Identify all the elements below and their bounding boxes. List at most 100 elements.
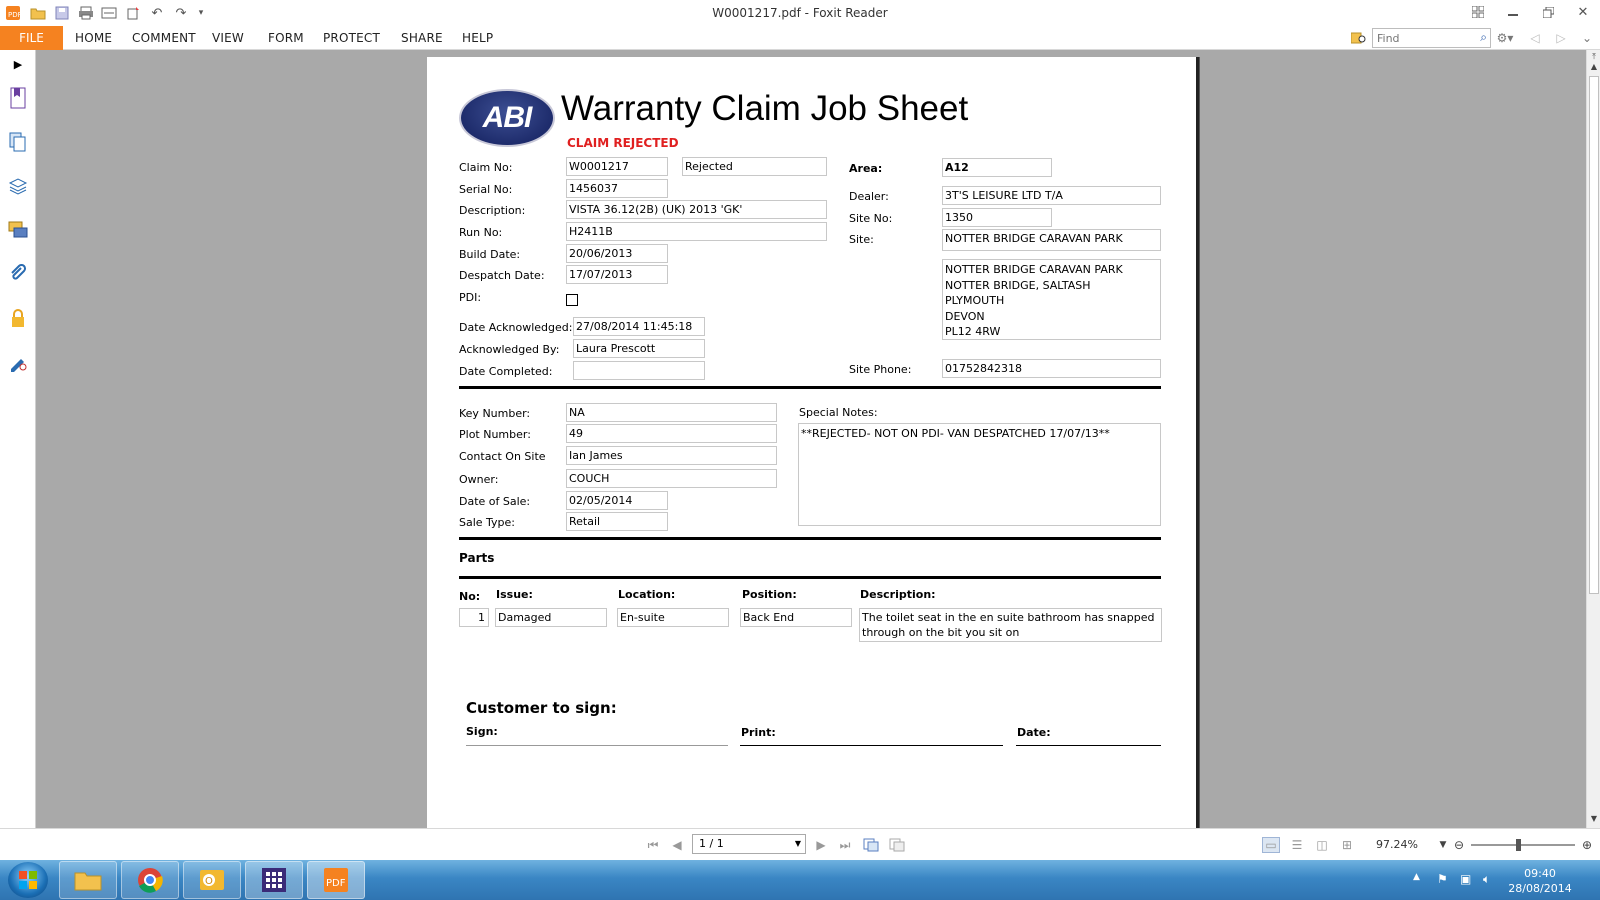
area-field[interactable]: A12 <box>942 158 1052 177</box>
site-address-field[interactable]: NOTTER BRIDGE CARAVAN PARK NOTTER BRIDGE… <box>942 259 1161 340</box>
scroll-top-icon[interactable]: ⤒ <box>1589 52 1599 62</box>
dealer-field[interactable]: 3T'S LEISURE LTD T/A <box>942 186 1161 205</box>
collapse-ribbon-icon[interactable]: ⌄ <box>1578 30 1596 46</box>
part-issue-field[interactable]: Damaged <box>495 608 607 627</box>
pdi-checkbox[interactable] <box>566 294 578 306</box>
owner-field[interactable]: COUCH <box>566 469 777 488</box>
volume-icon[interactable]: 🔈︎ <box>1483 872 1490 887</box>
document-view[interactable]: ABI Warranty Claim Job Sheet CLAIM REJEC… <box>36 50 1586 828</box>
part-description-field[interactable]: The toilet seat in the en suite bathroom… <box>859 608 1162 642</box>
previous-result-icon[interactable]: ◁ <box>1526 30 1544 46</box>
serial-no-field[interactable]: 1456037 <box>566 179 668 198</box>
address-line: PLYMOUTH <box>945 294 1005 307</box>
show-hidden-icons-icon[interactable]: ▲ <box>1413 872 1420 882</box>
customer-sign-heading: Customer to sign: <box>466 699 617 717</box>
site-phone-field[interactable]: 01752842318 <box>942 359 1161 378</box>
system-clock[interactable]: 09:40 28/08/2014 <box>1508 866 1572 896</box>
menu-share[interactable]: SHARE <box>401 31 443 45</box>
restore-button[interactable] <box>1533 2 1563 22</box>
previous-view-icon[interactable] <box>862 837 880 853</box>
network-icon[interactable]: ▣ <box>1460 872 1471 886</box>
vertical-scrollbar[interactable]: ⤒ ▲ ▼ <box>1586 50 1600 828</box>
parts-col-position: Position: <box>742 588 797 601</box>
zoom-out-icon[interactable]: ⊖ <box>1450 837 1468 853</box>
fullscreen-icon[interactable] <box>1463 2 1493 22</box>
date-line[interactable] <box>1016 745 1161 746</box>
next-page-icon[interactable]: ▶ <box>812 837 830 853</box>
pages-icon[interactable] <box>6 130 30 154</box>
special-notes-field[interactable]: **REJECTED- NOT ON PDI- VAN DESPATCHED 1… <box>798 423 1161 526</box>
sale-type-field[interactable]: Retail <box>566 512 668 531</box>
outlook-taskbar-icon[interactable]: O <box>183 861 241 899</box>
scroll-up-icon[interactable]: ▲ <box>1589 62 1599 71</box>
date-completed-field[interactable] <box>573 361 705 380</box>
page-number-select[interactable]: 1 / 1 ▼ <box>692 834 806 854</box>
acknowledged-by-field[interactable]: Laura Prescott <box>573 339 705 358</box>
explorer-taskbar-icon[interactable] <box>59 861 117 899</box>
menu-home[interactable]: HOME <box>75 31 112 45</box>
parts-heading: Parts <box>459 551 495 565</box>
plot-number-field[interactable]: 49 <box>566 424 777 443</box>
zoom-in-icon[interactable]: ⊕ <box>1578 837 1596 853</box>
settings-gear-icon[interactable]: ⚙▾ <box>1496 30 1514 46</box>
run-no-field[interactable]: H2411B <box>566 222 827 241</box>
chrome-taskbar-icon[interactable] <box>121 861 179 899</box>
continuous-page-icon[interactable]: ☰ <box>1288 837 1306 853</box>
parts-col-location: Location: <box>618 588 676 601</box>
menu-file[interactable]: FILE <box>0 26 63 50</box>
search-icon[interactable]: ⌕ <box>1480 30 1487 45</box>
calculator-app-taskbar-icon[interactable] <box>245 861 303 899</box>
section-divider <box>459 537 1161 540</box>
claim-state-field[interactable]: Rejected <box>682 157 827 176</box>
attachment-icon[interactable] <box>6 262 30 286</box>
build-date-field[interactable]: 20/06/2013 <box>566 244 668 263</box>
description-field[interactable]: VISTA 36.12(2B) (UK) 2013 'GK' <box>566 200 827 219</box>
previous-page-icon[interactable]: ◀ <box>668 837 686 853</box>
close-button[interactable]: ✕ <box>1568 2 1598 22</box>
contact-field[interactable]: Ian James <box>566 446 777 465</box>
scroll-thumb[interactable] <box>1589 76 1599 594</box>
menu-form[interactable]: FORM <box>268 31 304 45</box>
zoom-slider[interactable] <box>1471 839 1575 851</box>
single-page-icon[interactable]: ▭ <box>1262 837 1280 853</box>
comments-icon[interactable] <box>6 218 30 242</box>
menu-help[interactable]: HELP <box>462 31 493 45</box>
menu-protect[interactable]: PROTECT <box>323 31 380 45</box>
claim-no-field[interactable]: W0001217 <box>566 157 668 176</box>
parts-col-description: Description: <box>860 588 936 601</box>
date-acknowledged-field[interactable]: 27/08/2014 11:45:18 <box>573 317 705 336</box>
sign-line[interactable] <box>466 745 728 746</box>
site-field[interactable]: NOTTER BRIDGE CARAVAN PARK <box>942 229 1161 251</box>
continuous-facing-icon[interactable]: ⊞ <box>1338 837 1356 853</box>
despatch-date-field[interactable]: 17/07/2013 <box>566 265 668 284</box>
menu-view[interactable]: VIEW <box>212 31 244 45</box>
menu-comment[interactable]: COMMENT <box>132 31 196 45</box>
part-position-field[interactable]: Back End <box>740 608 852 627</box>
minimize-button[interactable] <box>1498 2 1528 22</box>
facing-pages-icon[interactable]: ◫ <box>1313 837 1331 853</box>
part-no-field[interactable]: 1 <box>459 608 489 627</box>
first-page-icon[interactable]: ⏮ <box>644 837 662 853</box>
expand-panel-icon[interactable]: ▶ <box>6 52 30 76</box>
last-page-icon[interactable]: ⏭ <box>836 837 854 853</box>
date-of-sale-field[interactable]: 02/05/2014 <box>566 491 668 510</box>
part-location-field[interactable]: En-suite <box>617 608 729 627</box>
print-line[interactable] <box>740 745 1003 746</box>
find-input[interactable] <box>1373 29 1469 47</box>
foxit-reader-taskbar-icon[interactable]: PDF <box>307 861 365 899</box>
action-center-flag-icon[interactable]: ⚑ <box>1437 872 1448 886</box>
security-lock-icon[interactable] <box>6 306 30 330</box>
section-divider <box>459 576 1161 579</box>
site-no-field[interactable]: 1350 <box>942 208 1052 227</box>
next-result-icon[interactable]: ▷ <box>1552 30 1570 46</box>
zoom-slider-knob[interactable] <box>1515 839 1521 851</box>
start-button[interactable] <box>8 862 48 898</box>
bookmark-icon[interactable] <box>6 86 30 110</box>
scroll-down-icon[interactable]: ▼ <box>1589 814 1599 823</box>
next-view-icon[interactable] <box>888 837 906 853</box>
key-number-field[interactable]: NA <box>566 403 777 422</box>
date-acknowledged-label: Date Acknowledged: <box>459 321 573 334</box>
layers-icon[interactable] <box>6 174 30 198</box>
search-document-icon[interactable] <box>1350 30 1368 46</box>
signature-icon[interactable] <box>6 350 30 374</box>
